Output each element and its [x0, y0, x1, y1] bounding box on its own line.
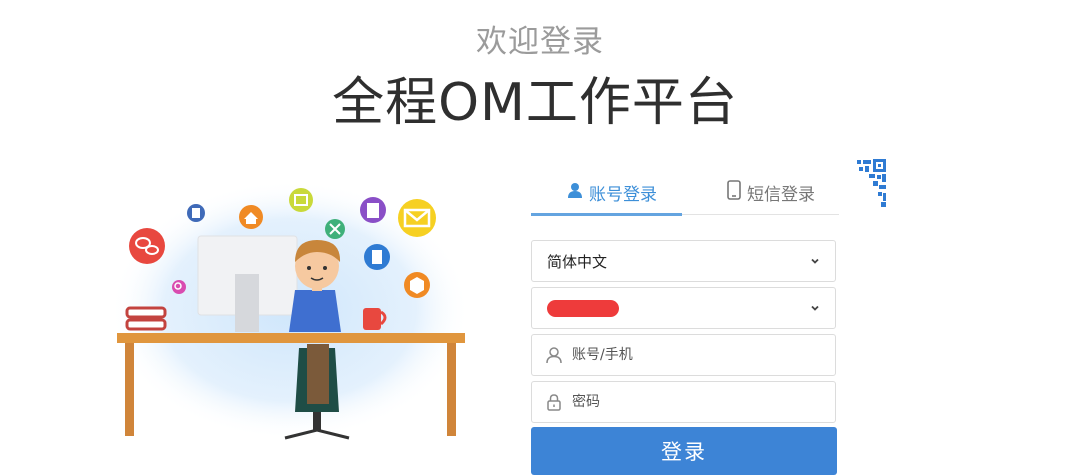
user-outline-icon: [544, 345, 564, 365]
phone-icon: [727, 179, 741, 205]
chat-icon: [129, 228, 165, 264]
mail-icon: [398, 199, 436, 237]
qr-code-icon[interactable]: [829, 157, 887, 215]
redacted-value: [547, 299, 619, 317]
search-icon: [172, 280, 186, 294]
file-icon: [364, 244, 390, 270]
username-field[interactable]: [531, 334, 836, 376]
box-icon: [404, 272, 430, 298]
tab-account-login[interactable]: 账号登录: [567, 172, 657, 212]
tab-sms-login[interactable]: 短信登录: [727, 172, 815, 212]
password-input[interactable]: [570, 393, 814, 411]
chevron-down-icon: [809, 252, 821, 271]
welcome-text: 欢迎登录: [476, 24, 604, 60]
login-button[interactable]: 登录: [531, 427, 837, 475]
document-icon: [360, 197, 386, 223]
chevron-down-icon: [809, 299, 821, 318]
organization-select[interactable]: [531, 287, 836, 329]
tab-account-label: 账号登录: [589, 184, 657, 205]
book-icon: [289, 188, 313, 212]
user-icon: [567, 182, 583, 203]
active-tab-indicator: [531, 213, 682, 216]
password-field[interactable]: [531, 381, 836, 423]
page-title: 全程OM工作平台: [332, 73, 738, 133]
login-tabs: 账号登录 短信登录: [531, 168, 839, 216]
language-value: 简体中文: [547, 252, 608, 271]
home-icon: [239, 205, 263, 229]
tab-sms-label: 短信登录: [747, 184, 815, 205]
wrench-icon: [325, 219, 345, 239]
language-select[interactable]: 简体中文: [531, 240, 836, 282]
person-at-desk-illustration: [110, 180, 470, 440]
lock-icon: [544, 392, 564, 412]
calculator-icon: [187, 204, 205, 222]
username-input[interactable]: [570, 346, 814, 364]
